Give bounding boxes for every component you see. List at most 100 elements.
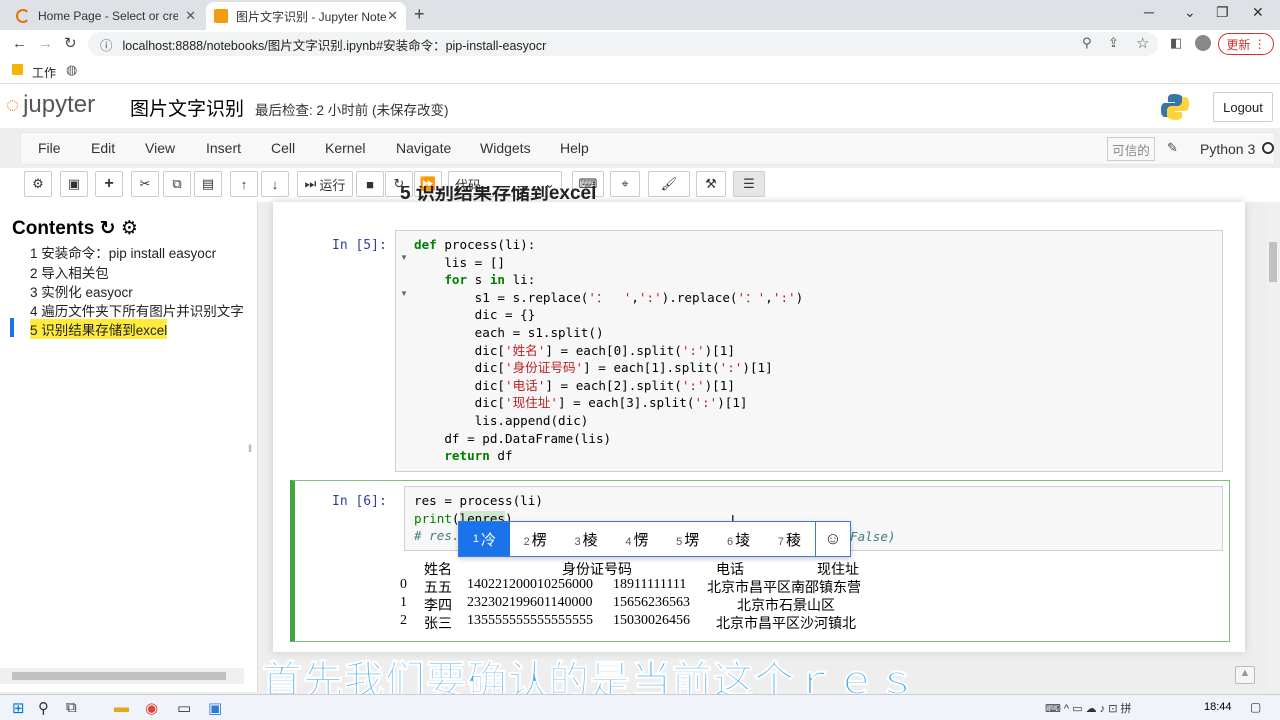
cell-phone: 15030026456: [613, 613, 690, 628]
copy-button[interactable]: ⧉: [163, 171, 191, 197]
row-index: 0: [400, 577, 407, 592]
pencil-icon[interactable]: ✎: [1167, 140, 1178, 156]
menu-edit[interactable]: Edit: [91, 140, 115, 156]
trusted-indicator[interactable]: 可信的: [1107, 137, 1155, 161]
toc-item-instantiate[interactable]: 3 实例化 easyocr: [30, 281, 133, 301]
toc-item-import[interactable]: 2 导入相关包: [30, 262, 109, 282]
sidepanel-icon[interactable]: ◧: [1170, 35, 1182, 51]
star-icon[interactable]: ☆: [1136, 34, 1149, 52]
system-tray-icons[interactable]: ⌨ ^ ▭ ☁ ♪ ⊡ 拼: [1045, 700, 1132, 716]
close-tab-icon[interactable]: ✕: [387, 8, 398, 24]
notification-icon[interactable]: ▢: [1250, 700, 1261, 714]
menu-widgets[interactable]: Widgets: [480, 140, 531, 156]
save-button[interactable]: ▣: [60, 171, 88, 197]
jupyter-file-icon: [214, 9, 228, 23]
row-index: 2: [400, 613, 407, 628]
browser-tab-home[interactable]: Home Page - Select or create a ✕: [8, 2, 204, 30]
scrollbar-thumb[interactable]: [1269, 242, 1277, 282]
terminal-icon[interactable]: ▭: [177, 699, 191, 717]
ime-candidate[interactable]: 6堎: [713, 529, 764, 550]
table-header: 姓名: [424, 563, 452, 578]
ime-candidate[interactable]: 4愣: [611, 529, 662, 550]
menu-view[interactable]: View: [145, 140, 175, 156]
back-icon[interactable]: ←: [12, 35, 27, 52]
browser-tab-notebook[interactable]: 图片文字识别 - Jupyter Notebo ✕: [206, 2, 406, 30]
tab-title: Home Page - Select or create a: [38, 9, 178, 23]
zoom-icon[interactable]: ⚲: [1082, 35, 1092, 51]
menu-cell[interactable]: Cell: [271, 140, 295, 156]
forward-icon[interactable]: →: [38, 35, 53, 52]
close-tab-icon[interactable]: ✕: [185, 8, 196, 24]
vertical-scrollbar[interactable]: [1266, 202, 1280, 692]
command-palette-button[interactable]: ⚙: [24, 171, 52, 197]
logout-button[interactable]: Logout: [1213, 92, 1273, 122]
close-window-icon[interactable]: ✕: [1252, 4, 1264, 21]
file-explorer-icon[interactable]: ▬: [114, 699, 129, 716]
cell-address: 北京市昌平区沙河镇北: [716, 617, 856, 632]
update-button[interactable]: 更新 ⋮: [1218, 33, 1274, 55]
url-text: localhost:8888/notebooks/图片文字识别.ipynb#安装…: [122, 38, 547, 53]
folder-icon: [12, 64, 23, 75]
interrupt-button[interactable]: ■: [356, 171, 384, 197]
restore-down-icon[interactable]: ⌄: [1184, 4, 1196, 21]
ime-candidate-bar[interactable]: 1冷 2楞 3棱 4愣 5塄 6堎 7稜 ☺: [458, 521, 851, 557]
globe-icon[interactable]: ◍: [66, 62, 77, 78]
task-view-icon[interactable]: ⧉: [66, 699, 77, 716]
url-field[interactable]: ⓘ localhost:8888/notebooks/图片文字识别.ipynb#…: [88, 32, 1158, 56]
toc-item-traverse[interactable]: 4 遍历文件夹下所有图片并识别文字: [30, 300, 244, 320]
ime-candidate[interactable]: 2楞: [510, 529, 561, 550]
jupyter-logo[interactable]: ◌ jupyter: [6, 91, 95, 119]
fold-markers[interactable]: ▼ ▼: [400, 240, 408, 312]
toc-title: Contents ↻ ⚙: [12, 218, 138, 239]
notebook-title[interactable]: 图片文字识别: [130, 94, 244, 121]
cut-button[interactable]: ✂: [131, 171, 159, 197]
code-cell-5[interactable]: def process(li): lis = [] for s in li: s…: [414, 236, 803, 465]
cell-address: 北京市昌平区南邵镇东营: [707, 581, 861, 596]
horizontal-scrollbar[interactable]: [0, 668, 244, 684]
tab-title: 图片文字识别 - Jupyter Notebo: [236, 9, 386, 24]
profile-avatar[interactable]: [1195, 35, 1211, 51]
cell-name: 五五: [424, 581, 452, 596]
scrollbar-thumb[interactable]: [12, 672, 226, 680]
menu-kernel[interactable]: Kernel: [325, 140, 365, 156]
minimize-icon[interactable]: ─: [1144, 4, 1154, 20]
move-down-button[interactable]: ↓: [261, 171, 289, 197]
windows-start-icon[interactable]: ⊞: [12, 699, 25, 717]
bookmark-work[interactable]: 工作: [32, 64, 56, 81]
ime-candidate[interactable]: 7稜: [764, 529, 815, 550]
resize-handle[interactable]: ‖: [248, 444, 252, 455]
toc-item-save-excel[interactable]: 5 识别结果存储到excel: [30, 319, 168, 339]
ime-candidate[interactable]: 1冷: [459, 522, 510, 556]
table-header: 身份证号码: [562, 563, 632, 578]
menu-insert[interactable]: Insert: [206, 140, 241, 156]
insert-cell-button[interactable]: +: [95, 171, 123, 197]
menu-file[interactable]: File: [38, 140, 61, 156]
paste-icon: ▤: [201, 176, 215, 191]
toc-item-install[interactable]: 1 安装命令：pip install easyocr: [30, 242, 216, 262]
reload-icon[interactable]: ↻: [64, 34, 77, 52]
scroll-top-icon[interactable]: ▲: [1235, 666, 1255, 684]
move-up-button[interactable]: ↑: [230, 171, 258, 197]
ime-candidate[interactable]: 3棱: [561, 529, 612, 550]
search-icon[interactable]: ⚲: [38, 699, 49, 717]
maximize-icon[interactable]: ❐: [1216, 4, 1229, 21]
photos-icon[interactable]: ▣: [208, 699, 222, 717]
emoji-icon[interactable]: ☺: [814, 522, 850, 556]
paste-button[interactable]: ▤: [194, 171, 222, 197]
row-index: 1: [400, 595, 407, 610]
menu-help[interactable]: Help: [560, 140, 589, 156]
kernel-name[interactable]: Python 3: [1200, 141, 1255, 157]
menu-navigate[interactable]: Navigate: [396, 140, 451, 156]
cell-name: 李四: [424, 599, 452, 614]
chrome-icon[interactable]: ◉: [145, 699, 158, 717]
share-icon[interactable]: ⇪: [1108, 35, 1119, 51]
taskbar-clock[interactable]: 18:44: [1204, 701, 1232, 713]
cell-name: 张三: [424, 617, 452, 632]
new-tab-icon[interactable]: +: [414, 4, 425, 25]
run-button[interactable]: ⏭ 运行: [297, 171, 353, 197]
copy-icon: ⧉: [172, 176, 182, 191]
ime-candidate[interactable]: 5塄: [662, 529, 713, 550]
settings-icon[interactable]: ⚙: [121, 218, 138, 239]
cell-phone: 15656236563: [613, 595, 690, 610]
refresh-icon[interactable]: ↻: [100, 218, 116, 239]
